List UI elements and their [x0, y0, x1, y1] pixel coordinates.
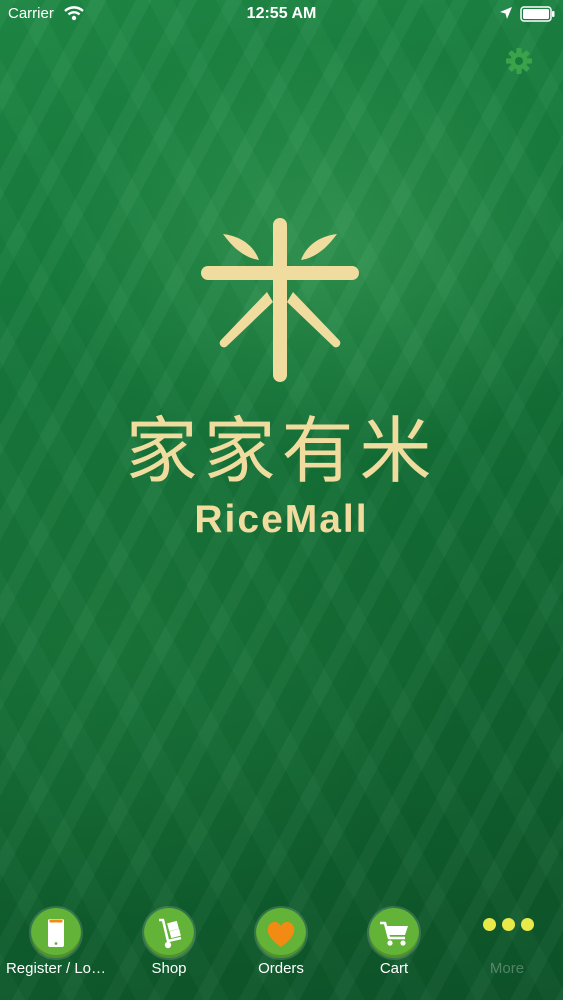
tab-register-login[interactable]: Register / Lo…	[0, 896, 112, 1000]
status-bar: Carrier 12:55 AM	[0, 0, 563, 28]
tab-label-shop: Shop	[151, 960, 187, 977]
tab-more[interactable]: More	[451, 896, 563, 1000]
shopping-cart-icon	[369, 908, 419, 958]
gear-icon[interactable]	[505, 47, 533, 80]
tab-label-register-login: Register / Lo…	[5, 960, 107, 977]
tab-bar: Register / Lo… Shop Orders Cart More	[0, 896, 563, 1000]
tab-label-orders: Orders	[258, 960, 304, 977]
status-time: 12:55 AM	[246, 5, 317, 22]
more-dots-icon	[481, 918, 535, 934]
location-arrow-icon	[499, 6, 513, 24]
tab-orders[interactable]: Orders	[225, 896, 337, 1000]
heart-icon	[256, 908, 306, 958]
brand-logo: 家家有米 RiceMall	[0, 210, 563, 550]
brand-chinese-name: 家家有米	[125, 409, 438, 493]
battery-icon	[520, 6, 556, 26]
tab-cart[interactable]: Cart	[338, 896, 450, 1000]
phone-icon	[31, 908, 81, 958]
tab-shop[interactable]: Shop	[113, 896, 225, 1000]
brand-name: RiceMall	[194, 498, 369, 541]
tab-label-cart: Cart	[379, 960, 409, 977]
tab-label-more: More	[489, 960, 525, 977]
hand-truck-icon	[144, 908, 194, 958]
rice-logo-icon	[193, 210, 373, 395]
